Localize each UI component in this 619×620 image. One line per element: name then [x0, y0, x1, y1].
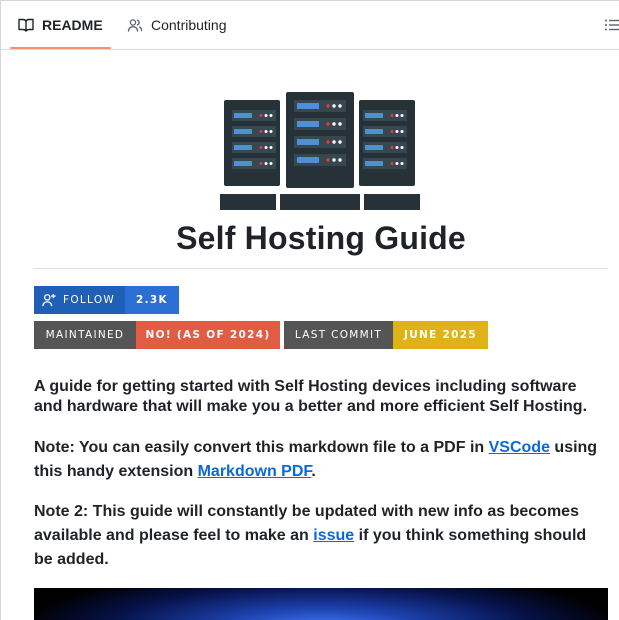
banner-image — [34, 588, 608, 620]
person-add-icon — [42, 293, 56, 307]
intro-paragraph: A guide for getting started with Self Ho… — [34, 378, 588, 415]
note1-text-before: Note: You can easily convert this markdo… — [34, 439, 489, 456]
last-commit-badge-label: LAST COMMIT — [284, 321, 393, 349]
maintained-badge[interactable]: MAINTAINED NO! (AS OF 2024) — [34, 321, 280, 349]
vscode-link[interactable]: VSCode — [489, 439, 550, 456]
follow-count: 2.3K — [125, 286, 179, 314]
last-commit-badge-value: JUNE 2025 — [393, 321, 488, 349]
tab-contributing[interactable]: Contributing — [127, 1, 227, 49]
page-title: Self Hosting Guide — [176, 220, 466, 256]
tab-contributing-label: Contributing — [151, 17, 227, 33]
readme-panel: README Contributing Self Hosting Guide F… — [0, 0, 619, 620]
follow-badge-label: FOLLOW — [63, 294, 116, 306]
note1-paragraph: Note: You can easily convert this markdo… — [34, 436, 608, 484]
issue-link[interactable]: issue — [313, 527, 354, 544]
active-tab-indicator — [10, 47, 111, 49]
note1-text-after: . — [311, 463, 316, 480]
follow-badge[interactable]: FOLLOW 2.3K — [34, 286, 179, 314]
tab-readme-label: README — [42, 17, 103, 33]
last-commit-badge[interactable]: LAST COMMIT JUNE 2025 — [284, 321, 488, 349]
title-divider — [34, 268, 608, 269]
maintained-badge-value: NO! (AS OF 2024) — [136, 321, 280, 349]
list-unordered-icon[interactable] — [604, 17, 619, 33]
tab-bar: README Contributing — [1, 1, 619, 50]
maintained-badge-label: MAINTAINED — [34, 321, 136, 349]
book-icon — [18, 18, 34, 32]
server-rack-logo — [220, 92, 420, 210]
note2-paragraph: Note 2: This guide will constantly be up… — [34, 500, 608, 572]
markdown-pdf-link[interactable]: Markdown PDF — [198, 463, 312, 480]
follow-badge-label-segment: FOLLOW — [34, 286, 125, 314]
tab-readme[interactable]: README — [18, 1, 103, 49]
people-icon — [127, 19, 143, 32]
